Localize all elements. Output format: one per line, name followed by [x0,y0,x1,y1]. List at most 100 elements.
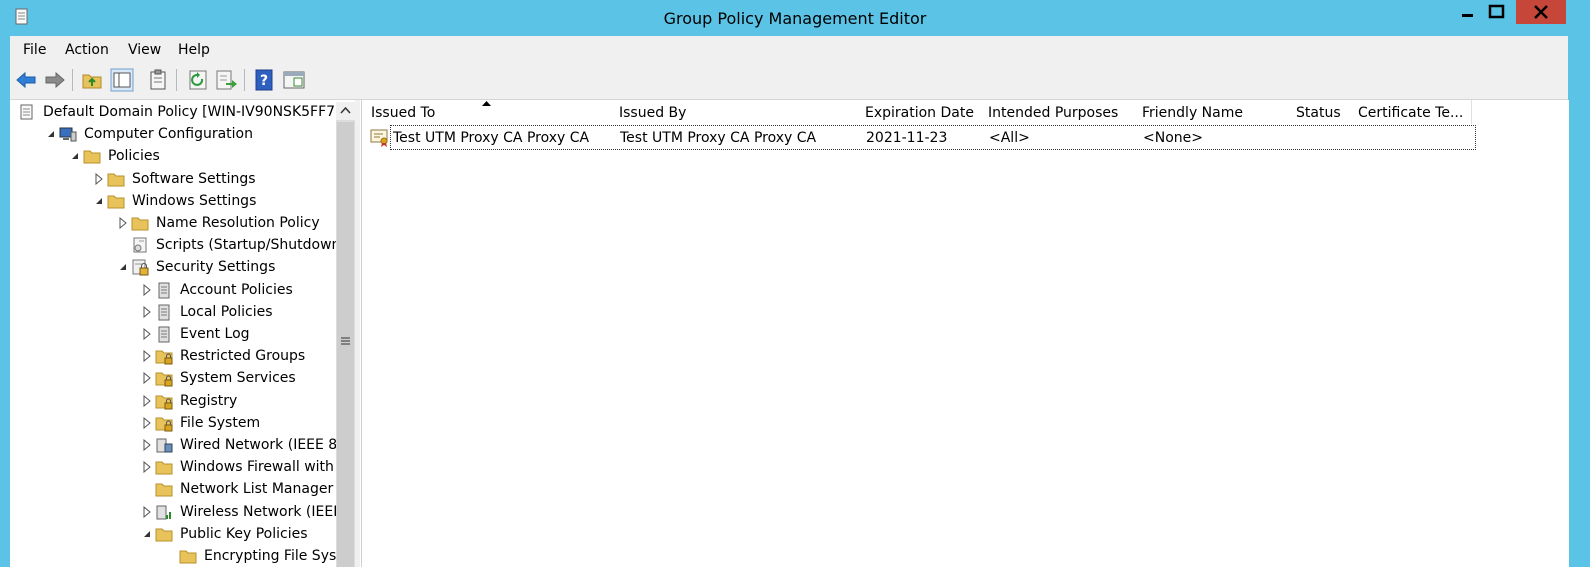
policy-document-icon [20,104,33,120]
client-area: File Action View Help ? Default Domain P… [10,36,1569,567]
table-row[interactable]: Test UTM Proxy CA Proxy CA Test UTM Prox… [390,125,1476,150]
tree-item-label: Default Domain Policy [WIN-IV90NSK5FF7.T… [43,104,356,120]
console-tree: Default Domain Policy [WIN-IV90NSK5FF7.T… [10,100,356,567]
tree-item-label: Software Settings [132,170,256,187]
tree-item[interactable]: System Services [10,368,336,390]
collapsed-arrow-icon[interactable] [118,217,128,229]
folder-icon [107,173,125,187]
back-arrow-icon[interactable] [14,68,38,92]
tree-item[interactable]: Security Settings [10,257,336,279]
lock-folder-icon [155,395,173,410]
pane-splitter[interactable] [355,100,360,567]
tree-item-label: Local Policies [180,303,273,320]
tree-item[interactable]: Name Resolution Policy [10,213,336,235]
properties-pane-icon[interactable] [282,68,306,92]
show-hide-tree-icon[interactable] [110,68,134,92]
expanded-arrow-icon[interactable] [94,195,104,207]
folder-icon [179,550,197,564]
tree-item[interactable]: Windows Settings [10,191,336,213]
collapsed-arrow-icon[interactable] [142,328,152,340]
column-header-issued-by[interactable]: Issued By [610,100,857,124]
tree-item-label: Registry [180,392,238,409]
tree-item[interactable]: Registry [10,391,336,413]
lock-folder-icon [155,350,173,365]
menu-action[interactable]: Action [65,42,109,58]
policy-server-icon [158,282,170,299]
menu-help[interactable]: Help [178,42,210,58]
up-folder-icon[interactable] [80,68,104,92]
tree-item-label: Network List Manager Polic [180,481,356,498]
tree-item[interactable]: Restricted Groups [10,346,336,368]
tree-vertical-scrollbar[interactable] [336,102,355,567]
collapsed-arrow-icon[interactable] [142,439,152,451]
cell-intended-purposes: <All> [989,130,1030,146]
tree-item[interactable]: Wireless Network (IEEE 802. [10,502,355,524]
folder-icon [131,217,149,231]
lock-folder-icon [155,372,173,387]
tree-item[interactable]: File System [10,413,336,435]
tree-item[interactable]: Windows Firewall with Adv [10,457,355,479]
tree-item[interactable]: Software Settings [10,169,336,191]
clipboard-icon[interactable] [146,68,170,92]
tree-item[interactable]: Wired Network (IEEE 802.3) [10,435,355,457]
tree-item-label: Security Settings [156,259,276,276]
tree-item[interactable]: Encrypting File System [10,546,355,567]
collapsed-arrow-icon[interactable] [142,505,152,518]
collapsed-arrow-icon[interactable] [142,416,152,429]
tree-item-label: Computer Configuration [84,126,253,143]
column-header-status[interactable]: Status [1287,100,1350,124]
tree-item[interactable]: Public Key Policies [10,524,336,546]
column-header-friendly-name[interactable]: Friendly Name [1133,100,1288,124]
svg-text:?: ? [260,73,268,89]
tree-item[interactable]: Policies [10,146,336,168]
help-icon[interactable]: ? [252,68,276,92]
expanded-arrow-icon[interactable] [70,150,80,162]
policy-server-icon [158,326,170,343]
collapsed-arrow-icon[interactable] [142,394,152,407]
toolbar-separator [244,69,245,91]
close-button[interactable] [1516,0,1566,24]
menu-file[interactable]: File [23,42,46,58]
collapsed-arrow-icon[interactable] [142,372,152,385]
toolbar-separator [176,69,177,91]
collapsed-arrow-icon[interactable] [142,350,152,363]
maximize-button[interactable] [1482,0,1512,24]
expanded-arrow-icon[interactable] [46,128,56,140]
tree-item[interactable]: Network List Manager Polic [10,479,355,501]
minimize-icon [1462,14,1473,17]
menu-view[interactable]: View [128,42,161,58]
tree-item[interactable]: Computer Configuration [10,124,336,146]
tree-item[interactable]: Account Policies [10,280,336,302]
tree-item-label: Wireless Network (IEEE 802. [180,503,355,520]
security-settings-icon [132,259,149,276]
collapsed-arrow-icon[interactable] [94,172,104,185]
column-header-expiration-date[interactable]: Expiration Date [856,100,980,124]
expanded-arrow-icon[interactable] [118,261,128,273]
export-list-icon[interactable] [214,68,238,92]
minimize-button[interactable] [1452,0,1482,24]
scroll-thumb[interactable] [337,122,354,567]
scroll-up-button[interactable] [336,102,355,120]
forward-arrow-icon[interactable] [43,68,67,92]
column-header-issued-to[interactable]: Issued To [362,100,611,124]
column-header-intended-purposes[interactable]: Intended Purposes [979,100,1134,124]
tree-item-label: Wired Network (IEEE 802.3) [180,437,356,453]
tree-item[interactable]: Default Domain Policy [WIN-IV90NSK5FF7.T… [10,102,355,124]
collapsed-arrow-icon[interactable] [142,305,152,318]
tree-item[interactable]: Event Log [10,324,336,346]
maximize-icon [1488,4,1505,19]
expanded-arrow-icon[interactable] [142,528,152,540]
tree-item[interactable]: Scripts (Startup/Shutdown) [10,235,346,257]
collapsed-arrow-icon[interactable] [142,283,152,296]
tree-item-label: System Services [180,370,296,387]
cell-friendly-name: <None> [1143,130,1203,146]
refresh-icon[interactable] [186,68,210,92]
folder-icon [155,461,173,475]
grip-icon [341,337,350,345]
collapsed-arrow-icon[interactable] [142,461,152,474]
script-icon [133,237,147,253]
column-header-certificate-template[interactable]: Certificate Te... [1349,100,1472,124]
computer-icon [59,127,77,142]
tree-item[interactable]: Local Policies [10,302,336,324]
title-bar: Group Policy Management Editor [0,0,1590,36]
